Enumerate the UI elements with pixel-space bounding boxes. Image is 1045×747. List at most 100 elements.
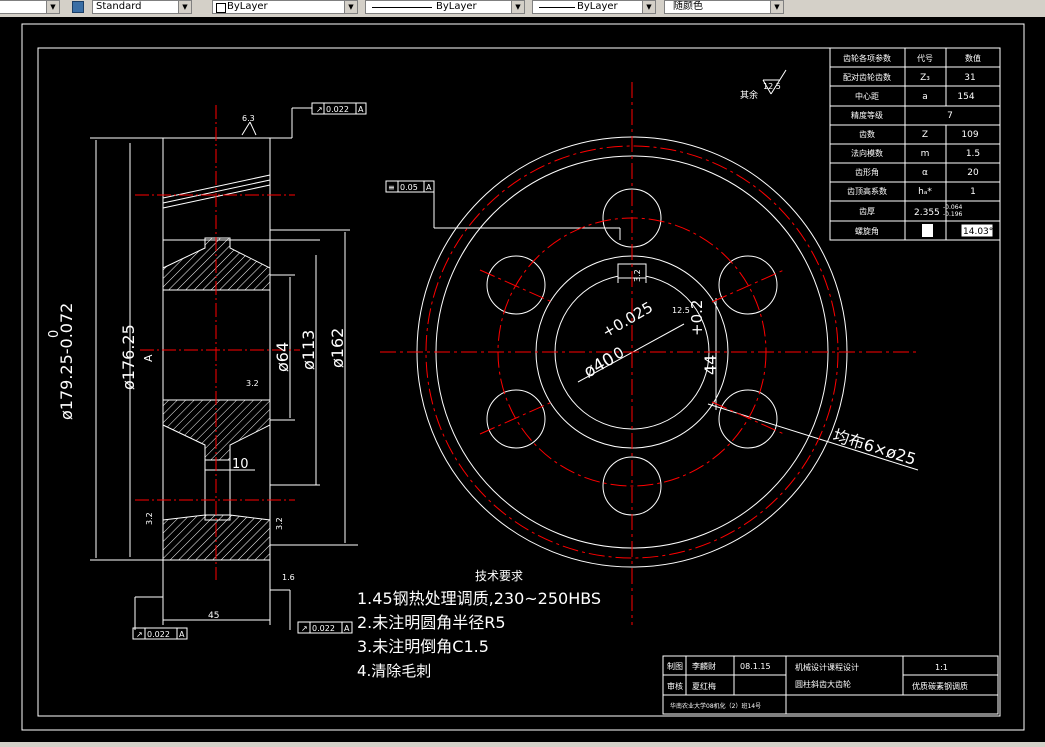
table-cell: 109 — [961, 130, 978, 140]
table-cell: 中心距 — [855, 91, 879, 101]
tol-frame-top: ↗ 0.022 A — [292, 102, 367, 115]
chevron-down-icon[interactable]: ▼ — [178, 1, 191, 13]
table-cell: 配对齿轮齿数 — [843, 72, 891, 82]
dim-outer-diameter: ø179.25-0.072 — [57, 303, 76, 420]
table-header-value: 数值 — [965, 53, 981, 63]
table-cell: 齿顶高系数 — [847, 186, 887, 196]
chevron-down-icon[interactable]: ▼ — [344, 1, 357, 13]
params-table: 齿轮各项参数 代号 数值 配对齿轮齿数 Z₃ 31 中心距 a 154 精度等级… — [829, 47, 1001, 241]
table-cell: 31 — [964, 73, 975, 83]
drawing-canvas[interactable]: ø179.25-0.072 0 ø176.25 ø64 ø113 ø162 10… — [0, 17, 1045, 742]
drawing-svg: ø179.25-0.072 0 ø176.25 ø64 ø113 ø162 10… — [21, 23, 1025, 731]
table-cell: 齿数 — [859, 129, 875, 139]
tech-line-4: 4.清除毛刺 — [357, 662, 431, 680]
lineweight-dropdown[interactable]: ByLayer ▼ — [532, 0, 656, 14]
text-cursor-box[interactable] — [922, 224, 933, 237]
tb-role-2: 审核 — [667, 681, 683, 691]
tb-material: 优质碳素钢调质 — [912, 681, 968, 691]
tooth-thickness-upper: -0.064 — [943, 204, 963, 211]
chevron-down-icon[interactable]: ▼ — [642, 1, 655, 13]
linetype-sample-icon — [372, 7, 432, 8]
table-cell: 1 — [970, 187, 976, 197]
chevron-down-icon[interactable]: ▼ — [770, 1, 783, 13]
tb-role-1: 制图 — [667, 661, 683, 671]
lineweight-value: ByLayer — [577, 1, 618, 12]
dim-key-tol: +0.2 — [688, 300, 706, 336]
tb-course: 机械设计课程设计 — [795, 662, 859, 672]
dim-dia-176: ø176.25 — [119, 324, 138, 390]
table-header-param: 齿轮各项参数 — [843, 53, 891, 63]
tech-line-2: 2.未注明圆角半径R5 — [357, 613, 506, 632]
roughness-32-bore: 3.2 — [246, 379, 259, 388]
tol-datum-top: A — [358, 105, 364, 114]
linetype-value: ByLayer — [436, 1, 477, 12]
tol-frame-bottom-left: ↗ 0.022 A — [132, 627, 188, 640]
table-header-symbol: 代号 — [917, 53, 933, 63]
color-swatch-icon — [216, 3, 226, 13]
rest-roughness-label: 其余 — [740, 89, 758, 101]
roughness-32-right: 3.2 — [275, 517, 284, 530]
table-cell: Z — [922, 130, 928, 140]
tb-scale: 1:1 — [935, 663, 948, 672]
text-style-icon[interactable] — [72, 1, 84, 13]
layer-dropdown[interactable]: ByLayer ▼ — [212, 0, 358, 14]
dim-dia-64: ø64 — [273, 342, 292, 372]
runout-icon: ↗ — [301, 624, 308, 633]
hole-lower-right — [718, 389, 778, 449]
symmetry-icon: ≡ — [388, 183, 395, 192]
dim-key-depth: 44 — [701, 355, 720, 375]
table-cell: 1.5 — [966, 149, 980, 159]
tech-title: 技术要求 — [475, 569, 523, 583]
tech-line-3: 3.未注明倒角C1.5 — [357, 637, 489, 656]
tol-value-top: 0.022 — [326, 105, 349, 114]
table-cell: 精度等级 — [851, 110, 883, 120]
table-cell: 154 — [957, 92, 974, 102]
tooth-thickness-lower: -0.196 — [943, 211, 963, 218]
dim-holes: 均布6×ø25 — [831, 426, 919, 469]
tol-frame-bottom-right: ↗ 0.022 A — [297, 621, 353, 634]
dim-bore-tol-upper: +0.025 — [599, 298, 656, 341]
text-style-value: Standard — [96, 1, 142, 12]
dim-outer-upper-tol: 0 — [47, 330, 62, 338]
text-style-dropdown[interactable]: Standard ▼ — [92, 0, 192, 14]
tb-date-1: 08.1.15 — [740, 662, 771, 671]
tol-datum-sym: A — [426, 183, 432, 192]
table-cell: a — [922, 92, 928, 102]
hole-lower-left — [486, 389, 546, 449]
table-cell: m — [921, 149, 930, 159]
table-cell: 齿厚 — [859, 207, 875, 216]
runout-icon: ↗ — [136, 630, 143, 639]
toolbar-partial-dropdown[interactable]: ▼ — [0, 0, 60, 14]
chevron-down-icon[interactable]: ▼ — [46, 1, 59, 13]
layer-value: ByLayer — [227, 1, 268, 12]
tb-part: 圆柱斜齿大齿轮 — [795, 679, 851, 689]
dim-dia-162: ø162 — [328, 328, 347, 368]
color-dropdown[interactable]: 随颜色 ▼ — [664, 0, 784, 14]
table-cell: 7 — [947, 111, 953, 121]
dim-width-45: 45 — [208, 611, 219, 621]
linetype-dropdown[interactable]: ByLayer ▼ — [365, 0, 525, 14]
tol-frame-symmetry: ≡ 0.05 A — [385, 180, 621, 240]
tol-value-sym: 0.05 — [400, 183, 418, 192]
table-cell-helix-angle: 14.03° — [963, 227, 993, 237]
rest-roughness-value: 12.5 — [763, 82, 781, 91]
properties-toolbar: ▼ Standard ▼ ByLayer ▼ ByLayer ▼ ByLayer… — [0, 0, 1045, 18]
dim-dia-113: ø113 — [299, 330, 318, 370]
table-cell: 法向模数 — [851, 148, 883, 158]
tb-name-1: 李麟财 — [692, 661, 716, 671]
table-cell-tooth-thickness: 2.355 — [914, 208, 940, 218]
table-cell: 齿形角 — [855, 167, 879, 177]
table-cell: Z₃ — [920, 73, 930, 83]
tb-school: 华南农业大学08机化（2）班14号 — [670, 702, 761, 710]
lineweight-sample-icon — [539, 7, 575, 8]
tech-line-1: 1.45钢热处理调质,230~250HBS — [357, 589, 601, 608]
table-cell: 螺旋角 — [855, 226, 879, 236]
tol-datum-br: A — [344, 624, 350, 633]
roughness-32-key: 3.2 — [633, 269, 642, 282]
tol-datum-bl: A — [179, 630, 185, 639]
tol-value-bl: 0.022 — [147, 630, 170, 639]
roughness-16: 1.6 — [282, 573, 295, 582]
chevron-down-icon[interactable]: ▼ — [511, 1, 524, 13]
roughness-32-side: 3.2 — [145, 512, 154, 525]
tol-value-br: 0.022 — [312, 624, 335, 633]
